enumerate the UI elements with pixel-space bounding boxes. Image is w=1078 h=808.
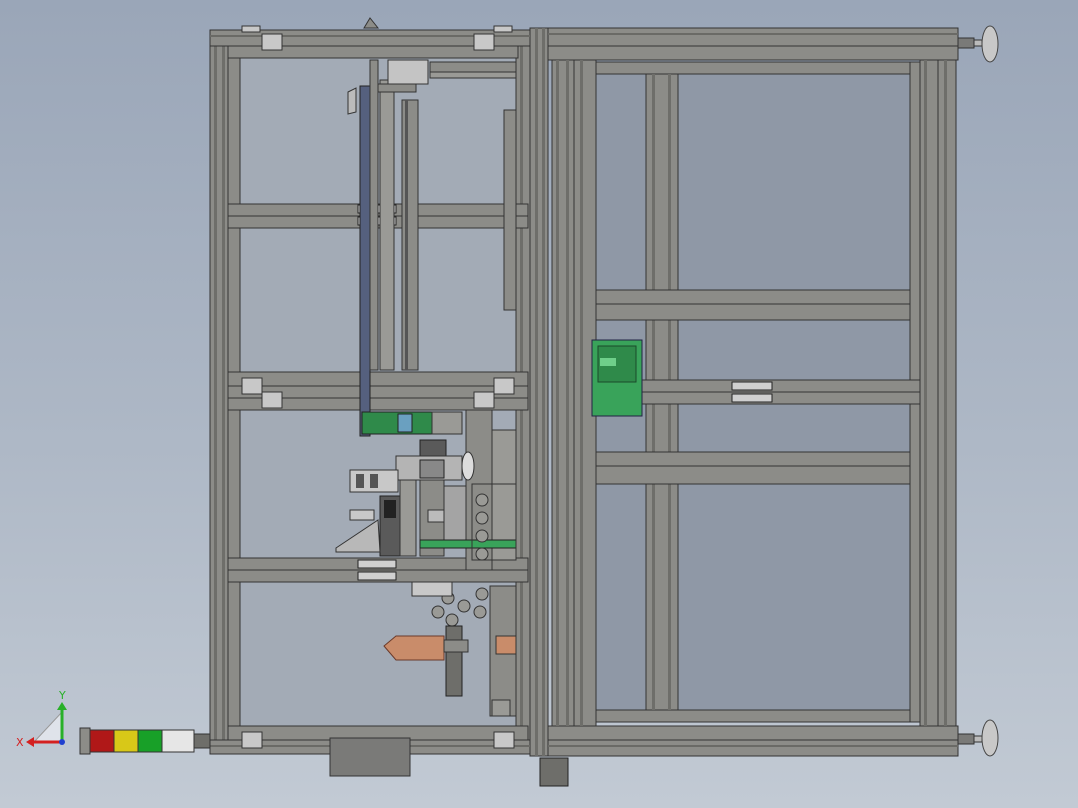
signal-tower-yellow [113,729,139,753]
base-box [329,737,411,777]
x-axis-label: X [16,736,24,749]
signal-tower-white [161,729,195,753]
leveling-feet [957,25,999,757]
y-axis-arrowhead [57,702,67,710]
axis-triad: X Y [16,689,67,749]
signal-tower-red [89,729,115,753]
right-rail [503,109,517,311]
left-post-outer [209,29,229,755]
blue-rail [359,85,371,437]
foot-block [539,757,569,787]
cad-viewport[interactable]: X Y [0,0,1078,808]
signal-tower [79,727,211,755]
signal-tower-green [137,729,163,753]
right-frame [547,27,959,757]
triad-plane [32,710,63,743]
y-axis-label: Y [58,689,66,702]
mid-post-right [529,27,549,757]
copper-nozzle [383,635,445,661]
z-axis-indicator [59,739,65,745]
top-tab [363,17,380,29]
beam-2 [227,371,529,387]
x-axis-arrowhead [26,737,34,747]
top-carriage [387,59,429,85]
